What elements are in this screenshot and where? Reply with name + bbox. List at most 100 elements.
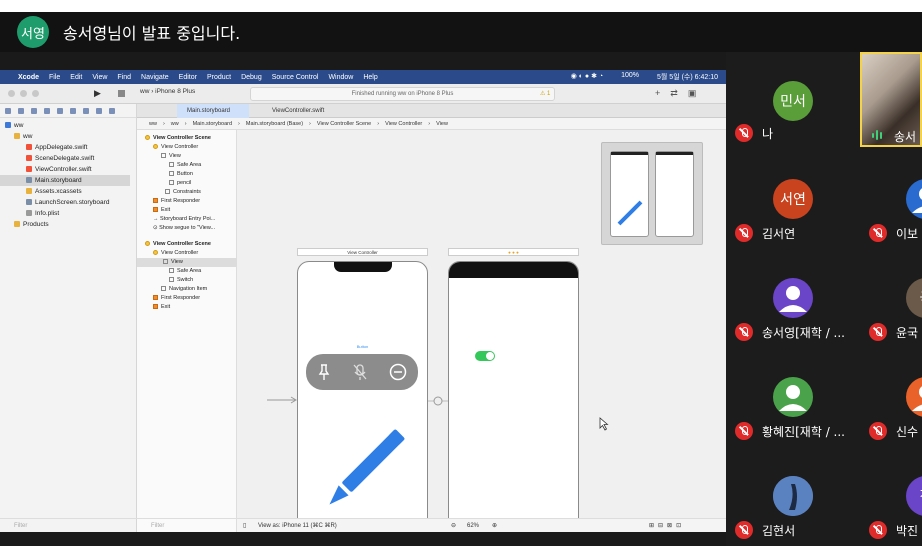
participant-tile[interactable]: 서연 김서연	[726, 150, 862, 248]
canvas-minimap[interactable]	[601, 142, 703, 245]
warning-badge[interactable]: ⚠ 1	[540, 90, 550, 97]
clock[interactable]: 5월 5일 (수) 6:42:10	[657, 72, 718, 82]
outline-safearea-2[interactable]: Safe Area	[169, 267, 201, 276]
mic-off-icon[interactable]	[352, 363, 368, 381]
participant-photo-avatar	[773, 476, 813, 516]
participant-tile[interactable]: 김현서	[726, 447, 862, 545]
entry-point-arrow[interactable]	[267, 396, 299, 404]
vc-scene-label[interactable]: View Controller	[297, 248, 428, 256]
jump-view[interactable]: View	[436, 121, 448, 127]
person-icon	[912, 386, 922, 411]
outline-toggle-icon[interactable]: ▯	[243, 523, 246, 529]
menu-file[interactable]: File	[49, 74, 60, 81]
participant-name: 송서	[894, 130, 917, 144]
run-button[interactable]: ▶	[94, 88, 101, 99]
outline-segue[interactable]: ⊙ Show segue to "View...	[153, 224, 215, 233]
phone-frame-2[interactable]	[448, 261, 579, 532]
nav-item-project[interactable]: ww	[0, 120, 137, 131]
zoom-out-icon[interactable]: ⊖	[451, 519, 456, 532]
device-selector[interactable]: View as: iPhone 11 (⌘C ⌘R)	[258, 523, 337, 529]
participant-tile[interactable]: 국 윤국	[860, 249, 922, 347]
outline-exit-1[interactable]: Exit	[153, 206, 170, 215]
outline-constraints[interactable]: Constraints	[165, 188, 201, 197]
menu-debug[interactable]: Debug	[241, 74, 262, 81]
scheme-selector[interactable]: ww › iPhone 8 Plus	[140, 88, 195, 95]
outline-filter[interactable]: Filter	[137, 518, 237, 532]
participant-tile[interactable]: 이보	[860, 150, 922, 248]
outline-first-responder-1[interactable]: First Responder	[153, 197, 200, 206]
outline-vc-2[interactable]: View Controller	[153, 249, 198, 258]
outline-scene-1[interactable]: View Controller Scene	[145, 134, 211, 143]
nav-item-scenedelegate[interactable]: SceneDelegate.swift	[0, 153, 137, 164]
storyboard-canvas[interactable]: View Controller Button ● ● ●	[237, 130, 726, 532]
layout-tools[interactable]: ⊞⊟⊠⊡	[649, 519, 685, 532]
menu-navigate[interactable]: Navigate	[141, 74, 169, 81]
nav-item-viewcontroller[interactable]: ViewController.swift	[0, 164, 137, 175]
outline-pencil[interactable]: pencil	[169, 179, 191, 188]
zoom-in-icon[interactable]: ⊕	[492, 519, 497, 532]
segue-icon[interactable]	[428, 396, 448, 406]
menu-edit[interactable]: Edit	[70, 74, 82, 81]
nav-item-products[interactable]: Products	[0, 219, 137, 230]
menu-source-control[interactable]: Source Control	[272, 74, 319, 81]
menu-find[interactable]: Find	[117, 74, 131, 81]
participant-avatar: 서연	[773, 179, 813, 219]
nav-item-assets[interactable]: Assets.xcassets	[0, 186, 137, 197]
outline-button[interactable]: Button	[169, 170, 193, 179]
outline-entry-point[interactable]: → Storyboard Entry Poi...	[153, 215, 215, 224]
menu-app[interactable]: Xcode	[18, 74, 39, 81]
menu-editor[interactable]: Editor	[179, 74, 197, 81]
navigator-filter[interactable]: Filter	[0, 518, 137, 532]
nav-item-main-storyboard[interactable]: Main.storyboard	[0, 175, 130, 186]
jump-ww-group[interactable]: ww	[171, 121, 179, 127]
jump-scene[interactable]: View Controller Scene	[317, 121, 371, 127]
outline-first-responder-2[interactable]: First Responder	[153, 294, 200, 303]
outline-exit-2[interactable]: Exit	[153, 303, 170, 312]
navigator-tabs[interactable]	[0, 104, 136, 118]
stop-button[interactable]	[118, 90, 125, 97]
menu-product[interactable]: Product	[207, 74, 231, 81]
outline-navigation-item[interactable]: Navigation Item	[161, 285, 207, 294]
vc2-scene-label[interactable]: ● ● ●	[448, 248, 579, 256]
participant-tile[interactable]: 송서영[재학 / ...	[726, 249, 862, 347]
outline-scene-2[interactable]: View Controller Scene	[145, 240, 211, 249]
window-controls[interactable]	[8, 90, 39, 97]
battery-status[interactable]: 100%	[621, 72, 639, 82]
participant-name: 박진	[896, 524, 919, 538]
tab-main-storyboard[interactable]: Main.storyboard	[177, 104, 249, 118]
shared-screen[interactable]: Xcode File Edit View Find Navigate Edito…	[0, 70, 726, 532]
outline-view-1[interactable]: View	[161, 152, 181, 161]
status-icons[interactable]: ◉ ◐ ● ✱ ◔	[571, 72, 603, 82]
mic-muted-icon	[735, 224, 753, 242]
toolbar-right-buttons[interactable]: + ⇄ ▣	[655, 88, 696, 99]
jump-ww[interactable]: ww	[149, 121, 157, 127]
tab-viewcontroller[interactable]: ViewController.swift	[262, 104, 334, 118]
menu-help[interactable]: Help	[363, 74, 377, 81]
participant-tile[interactable]: 황혜진[재학 / ...	[726, 348, 862, 446]
nav-item-infoplist[interactable]: Info.plist	[0, 208, 137, 219]
outline-view-2[interactable]: View	[137, 258, 237, 267]
nav-item-launchscreen[interactable]: LaunchScreen.storyboard	[0, 197, 137, 208]
outline-safearea-1[interactable]: Safe Area	[169, 161, 201, 170]
minimap-scene-2[interactable]	[655, 151, 694, 237]
switch-toggle[interactable]	[475, 350, 497, 362]
participant-tile[interactable]: 신수	[860, 348, 922, 446]
jump-base[interactable]: Main.storyboard (Base)	[246, 121, 303, 127]
outline-switch[interactable]: Switch	[169, 276, 193, 285]
participant-video-active-speaker[interactable]: 송서	[860, 52, 922, 147]
pin-icon[interactable]	[317, 363, 331, 381]
nav-item-appdelegate[interactable]: AppDelegate.swift	[0, 142, 137, 153]
minus-circle-icon[interactable]	[389, 363, 407, 381]
nav-item-group[interactable]: ww	[0, 131, 137, 142]
outline-vc-1[interactable]: View Controller	[153, 143, 198, 152]
minimap-scene-1[interactable]	[610, 151, 649, 237]
participant-tile[interactable]: 진 박진	[860, 447, 922, 545]
jump-vc[interactable]: View Controller	[385, 121, 422, 127]
menu-window[interactable]: Window	[328, 74, 353, 81]
jump-main-storyboard[interactable]: Main.storyboard	[193, 121, 232, 127]
phone-frame-1[interactable]: Button	[297, 261, 428, 532]
participant-tile[interactable]: 민서 나	[726, 52, 862, 150]
storyboard-button[interactable]: Button	[298, 344, 427, 349]
menu-view[interactable]: View	[92, 74, 107, 81]
mouse-cursor	[599, 417, 609, 431]
